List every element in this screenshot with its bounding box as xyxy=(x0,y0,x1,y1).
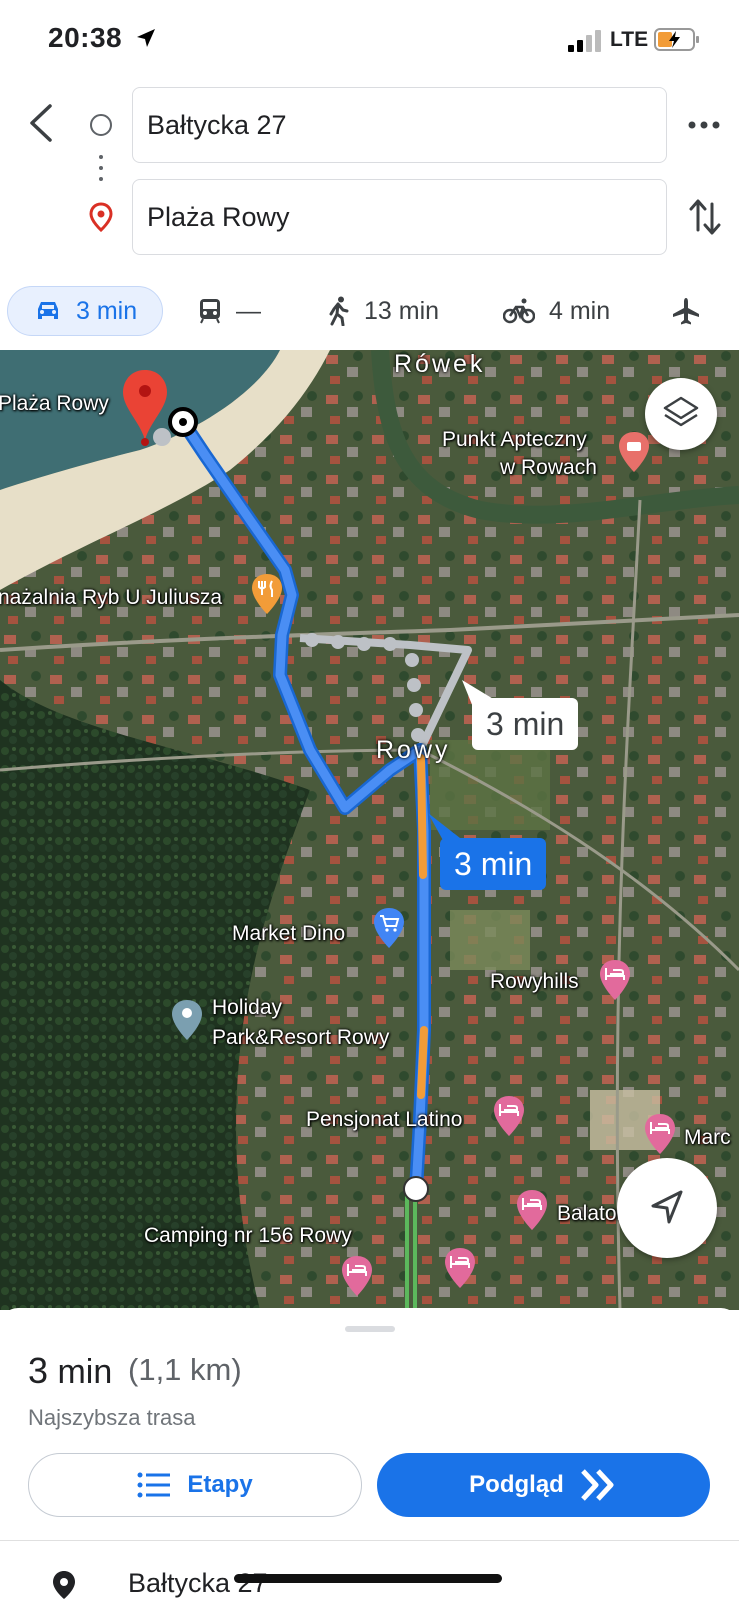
travel-mode-bar: 3 min — 13 min 4 min xyxy=(0,280,739,340)
map-label-rowyhills: Rowyhills xyxy=(490,970,579,993)
route-duration: 3 min xyxy=(28,1350,112,1392)
my-location-button[interactable] xyxy=(617,1158,717,1258)
layers-icon xyxy=(663,396,699,427)
mode-bike-label: 4 min xyxy=(549,296,611,325)
mode-transit-label: — xyxy=(236,296,261,325)
route-duration-unit: min xyxy=(57,1353,113,1391)
location-arrow-icon xyxy=(137,29,155,47)
mode-transit-tab[interactable]: — xyxy=(198,286,261,336)
swap-icon[interactable] xyxy=(688,196,722,238)
preview-button-label: Podgląd xyxy=(469,1471,564,1498)
sheet-drag-handle[interactable] xyxy=(345,1326,395,1332)
home-indicator[interactable] xyxy=(234,1574,502,1583)
hotel-pin-icon[interactable] xyxy=(515,1188,549,1232)
route-duration-value: 3 xyxy=(28,1350,49,1391)
destination-input[interactable]: Plaża Rowy xyxy=(132,179,667,255)
car-icon xyxy=(38,302,58,319)
map-label-pharmacy-1: Punkt Apteczny xyxy=(442,428,587,451)
map-label-rowek: Rówek xyxy=(394,350,486,378)
hotel-pin-icon[interactable] xyxy=(598,958,632,1002)
route-connector-dots xyxy=(97,155,105,187)
mode-car-tab[interactable]: 3 min xyxy=(7,286,163,336)
main-route-time-bubble[interactable]: 3 min xyxy=(440,838,547,890)
status-time: 20:38 xyxy=(48,22,123,53)
hotel-pin-icon[interactable] xyxy=(340,1254,374,1298)
origin-circle-icon xyxy=(90,114,112,136)
mode-car-label: 3 min xyxy=(76,296,138,325)
status-bar: 20:38 LTE xyxy=(0,0,739,82)
alt-route-time-bubble[interactable]: 3 min xyxy=(472,698,579,750)
layers-button[interactable] xyxy=(645,378,717,450)
map-label-pensjonat: Pensjonat Latino xyxy=(306,1108,463,1131)
map-label-holiday-2: Park&Resort Rowy xyxy=(212,1026,390,1049)
walk-icon xyxy=(329,296,349,326)
mode-walk-tab[interactable]: 13 min xyxy=(328,286,439,336)
place-pin-icon[interactable] xyxy=(170,998,204,1042)
route-description: Najszybsza trasa xyxy=(28,1405,196,1430)
origin-input[interactable]: Bałtycka 27 xyxy=(132,87,667,163)
train-icon xyxy=(200,299,220,324)
steps-button-label: Etapy xyxy=(187,1471,253,1498)
map-label-rowy: Rowy xyxy=(376,736,451,764)
mode-walk-label: 13 min xyxy=(364,296,440,325)
battery-charging-icon xyxy=(654,28,699,51)
back-arrow-icon[interactable] xyxy=(22,100,62,146)
map-label-smokehouse: nażalnia Ryb U Juliusza xyxy=(0,586,223,609)
mode-flight-tab[interactable] xyxy=(672,286,714,336)
map-label-holiday-1: Holiday xyxy=(212,996,283,1019)
network-type: LTE xyxy=(610,28,649,51)
first-step-text[interactable]: Bałtycka 27 xyxy=(128,1568,268,1599)
restaurant-pin-icon[interactable] xyxy=(250,572,284,616)
plane-icon xyxy=(673,298,699,325)
hotel-pin-icon[interactable] xyxy=(443,1246,477,1290)
shopping-cart-pin-icon[interactable] xyxy=(372,906,406,950)
hotel-pin-icon[interactable] xyxy=(492,1094,526,1138)
map-label-camping: Camping nr 156 Rowy xyxy=(144,1224,352,1247)
bike-icon xyxy=(503,298,535,324)
route-distance: (1,1 km) xyxy=(128,1352,242,1387)
map-label-beach: Plaża Rowy xyxy=(0,392,109,415)
navigation-arrow-icon xyxy=(651,1190,683,1224)
map-label-pharmacy-2: w Rowach xyxy=(500,456,597,479)
route-summary-sheet: 3 min (1,1 km) Najszybsza trasa Etapy Po… xyxy=(0,1308,739,1600)
sheet-divider xyxy=(0,1540,739,1541)
destination-pin-icon xyxy=(89,202,113,232)
hotel-pin-icon[interactable] xyxy=(643,1112,677,1156)
cellular-signal-icon xyxy=(568,30,601,52)
mode-bike-tab[interactable]: 4 min xyxy=(503,286,610,336)
steps-button[interactable]: Etapy xyxy=(28,1453,362,1517)
map-label-market: Market Dino xyxy=(232,922,346,945)
location-pin-icon xyxy=(53,1571,75,1599)
double-chevron-right-icon xyxy=(580,1469,614,1501)
more-options-icon[interactable] xyxy=(684,110,724,140)
map-label-marc: Marc xyxy=(684,1126,731,1149)
preview-button[interactable]: Podgląd xyxy=(377,1453,710,1517)
map-view[interactable]: Rówek Rowy Plaża Rowy Punkt Apteczny w R… xyxy=(0,350,739,1310)
list-icon xyxy=(137,1472,171,1498)
